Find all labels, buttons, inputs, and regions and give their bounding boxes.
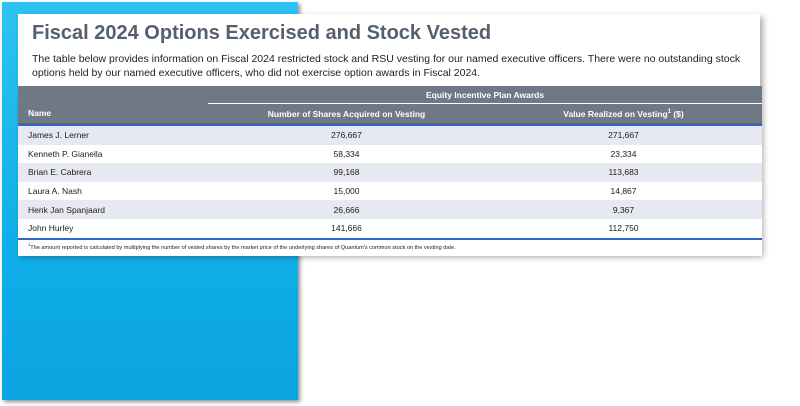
cell-value: 112,750: [485, 218, 762, 240]
footnote-text: The amount reported is calculated by mul…: [30, 244, 456, 251]
column-header-shares: Number of Shares Acquired on Vesting: [208, 103, 485, 123]
column-header-row: Name Number of Shares Acquired on Vestin…: [18, 103, 762, 123]
table-row: Laura A. Nash 15,000 14,867: [18, 181, 762, 201]
slide-card: Fiscal 2024 Options Exercised and Stock …: [18, 14, 762, 256]
column-header-name: Name: [18, 103, 208, 123]
cell-name: James J. Lerner: [18, 126, 208, 145]
table-row: John Hurley 141,666 112,750: [18, 218, 762, 240]
footnote-row: 1The amount reported is calculated by mu…: [18, 238, 762, 256]
table-row: Brian E. Cabrera 99,168 113,683: [18, 163, 762, 182]
cell-value: 23,334: [485, 144, 762, 164]
cell-shares: 26,666: [208, 200, 485, 219]
cell-value: 9,367: [485, 200, 762, 219]
cell-name: Brian E. Cabrera: [18, 163, 208, 182]
cell-value: 14,867: [485, 181, 762, 201]
page-title: Fiscal 2024 Options Exercised and Stock …: [32, 22, 492, 44]
table-row: James J. Lerner 276,667 271,667: [18, 126, 762, 145]
cell-name: Kenneth P. Gianella: [18, 144, 208, 164]
column-header-value-label: Value Realized on Vesting: [563, 108, 668, 119]
table-row: Kenneth P. Gianella 58,334 23,334: [18, 144, 762, 164]
cell-name: Laura A. Nash: [18, 181, 208, 201]
group-header-spacer: [18, 86, 208, 104]
group-header-label: Equity Incentive Plan Awards: [208, 86, 762, 104]
cell-name: Henk Jan Spanjaard: [18, 200, 208, 219]
cell-shares: 15,000: [208, 181, 485, 201]
cell-shares: 141,666: [208, 218, 485, 240]
cell-name: John Hurley: [18, 218, 208, 240]
cell-shares: 99,168: [208, 163, 485, 182]
vesting-table: Equity Incentive Plan Awards Name Number…: [18, 86, 762, 256]
description-text: The table below provides information on …: [32, 53, 741, 79]
cell-shares: 58,334: [208, 144, 485, 164]
table-row: Henk Jan Spanjaard 26,666 9,367: [18, 200, 762, 219]
cell-value: 113,683: [485, 163, 762, 182]
column-header-value: Value Realized on Vesting1 ($): [485, 103, 762, 123]
cell-shares: 276,667: [208, 126, 485, 145]
column-header-value-unit: ($): [670, 108, 684, 119]
cell-value: 271,667: [485, 126, 762, 145]
footnote: 1The amount reported is calculated by mu…: [18, 238, 762, 256]
group-header-row: Equity Incentive Plan Awards: [18, 86, 762, 104]
